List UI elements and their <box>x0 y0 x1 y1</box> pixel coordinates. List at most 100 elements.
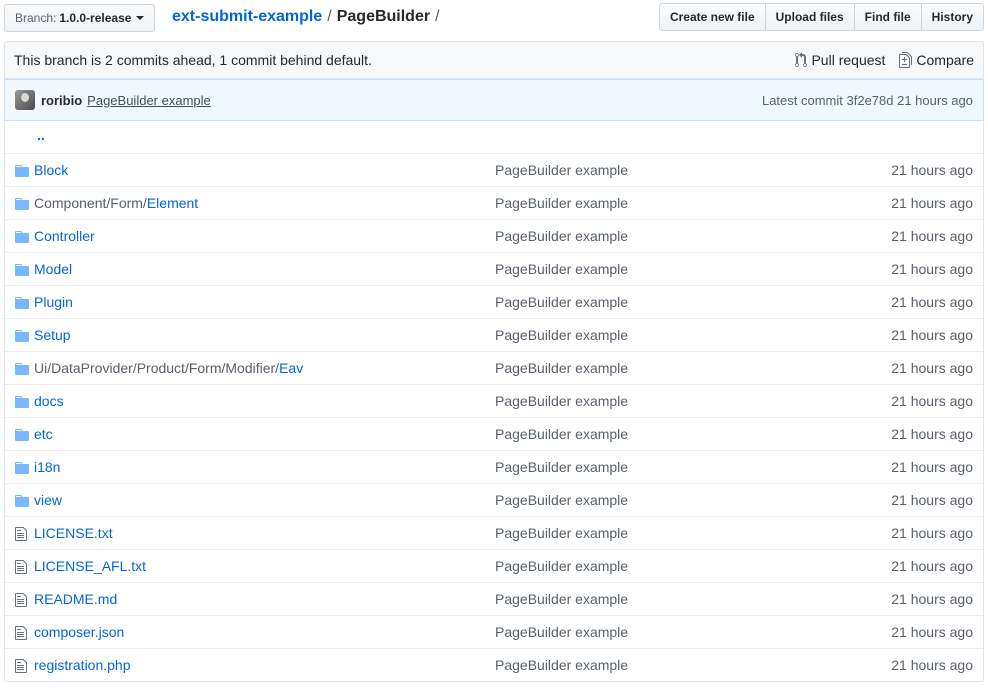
folder-icon <box>15 196 31 212</box>
commit-age: 21 hours ago <box>891 558 973 574</box>
breadcrumb-separator: / <box>327 8 332 25</box>
folder-icon <box>15 460 31 476</box>
upload-files-button[interactable]: Upload files <box>764 3 855 31</box>
commit-message-link[interactable]: PageBuilder example <box>495 459 628 475</box>
commit-message-link[interactable]: PageBuilder example <box>87 93 762 108</box>
file-name-link[interactable]: docs <box>34 393 64 409</box>
parent-directory-row[interactable]: .. <box>5 121 983 153</box>
file-name-link[interactable]: Block <box>34 162 68 178</box>
file-name-link[interactable]: registration.php <box>34 657 131 673</box>
file-icon <box>15 559 31 575</box>
folder-icon <box>15 394 31 410</box>
folder-icon <box>15 229 31 245</box>
git-pull-request-icon <box>795 52 808 68</box>
commit-message-link[interactable]: PageBuilder example <box>495 624 628 640</box>
file-name: i18n <box>34 459 60 475</box>
file-row[interactable]: Controller PageBuilder example 21 hours ag… <box>5 219 983 252</box>
compare-link[interactable]: Compare <box>899 52 974 68</box>
file-name: Component/Form/Element <box>34 195 198 211</box>
file-name: Controller <box>34 228 95 244</box>
file-row[interactable]: Model PageBuilder example 21 hours ago <box>5 252 983 285</box>
file-name: Model <box>34 261 72 277</box>
file-name-link[interactable]: LICENSE_AFL.txt <box>34 558 146 574</box>
file-name-link[interactable]: Element <box>147 195 198 211</box>
file-name: etc <box>34 426 53 442</box>
diff-icon <box>899 52 913 68</box>
file-name-link[interactable]: etc <box>34 426 53 442</box>
file-name: docs <box>34 393 64 409</box>
find-file-button[interactable]: Find file <box>853 3 922 31</box>
history-button[interactable]: History <box>920 3 984 31</box>
file-row[interactable]: i18n PageBuilder example 21 hours ago <box>5 450 983 483</box>
commit-age: 21 hours ago <box>891 228 973 244</box>
commit-author-link[interactable]: roribio <box>41 93 82 108</box>
commit-message-link[interactable]: PageBuilder example <box>495 360 628 376</box>
file-name: LICENSE_AFL.txt <box>34 558 146 574</box>
file-path-prefix: Component/Form/ <box>34 195 147 211</box>
file-name-link[interactable]: README.md <box>34 591 117 607</box>
file-name-link[interactable]: composer.json <box>34 624 124 640</box>
file-name-link[interactable]: Model <box>34 261 72 277</box>
commit-message-link[interactable]: PageBuilder example <box>495 327 628 343</box>
branch-compare-bar: This branch is 2 commits ahead, 1 commit… <box>4 41 984 79</box>
commit-message-link[interactable]: PageBuilder example <box>495 426 628 442</box>
file-row[interactable]: README.md PageBuilder example 21 hours ago <box>5 582 983 615</box>
file-row[interactable]: LICENSE.txt PageBuilder example 21 hours a… <box>5 516 983 549</box>
commit-age: 21 hours ago <box>891 657 973 673</box>
commit-message-link[interactable]: PageBuilder example <box>495 393 628 409</box>
branch-select-button[interactable]: Branch: 1.0.0-release <box>4 4 156 32</box>
commit-message-link[interactable]: PageBuilder example <box>495 195 628 211</box>
branch-name: 1.0.0-release <box>59 11 132 25</box>
file-row[interactable]: Component/Form/Element PageBuilder exampl… <box>5 186 983 219</box>
commit-age: 21 hours ago <box>891 360 973 376</box>
pull-request-link[interactable]: Pull request <box>795 52 885 68</box>
file-row[interactable]: Setup PageBuilder example 21 hours ago <box>5 318 983 351</box>
file-name-link[interactable]: Controller <box>34 228 95 244</box>
commit-age: 21 hours ago <box>891 195 973 211</box>
file-name: Setup <box>34 327 71 343</box>
commit-message-link[interactable]: PageBuilder example <box>495 657 628 673</box>
file-row[interactable]: docs PageBuilder example 21 hours ago <box>5 384 983 417</box>
commit-age: 21 hours ago <box>891 327 973 343</box>
create-new-file-button[interactable]: Create new file <box>658 3 766 31</box>
file-name-link[interactable]: Setup <box>34 327 71 343</box>
commit-age: 21 hours ago <box>891 294 973 310</box>
avatar[interactable] <box>15 90 35 110</box>
parent-directory-link[interactable]: .. <box>37 127 45 143</box>
file-row[interactable]: etc PageBuilder example 21 hours ago <box>5 417 983 450</box>
file-row[interactable]: registration.php PageBuilder example 21 ho… <box>5 648 983 681</box>
file-name-link[interactable]: LICENSE.txt <box>34 525 113 541</box>
file-name-link[interactable]: Plugin <box>34 294 73 310</box>
commit-age: 21 hours ago <box>891 525 973 541</box>
file-row[interactable]: LICENSE_AFL.txt PageBuilder example 21 hou… <box>5 549 983 582</box>
file-row[interactable]: view PageBuilder example 21 hours ago <box>5 483 983 516</box>
file-row[interactable]: Block PageBuilder example 21 hours ago <box>5 153 983 186</box>
commit-message-link[interactable]: PageBuilder example <box>495 228 628 244</box>
file-name: composer.json <box>34 624 124 640</box>
file-row[interactable]: composer.json PageBuilder example 21 hours… <box>5 615 983 648</box>
file-row[interactable]: Plugin PageBuilder example 21 hours ago <box>5 285 983 318</box>
file-name: view <box>34 492 62 508</box>
commit-message-link[interactable]: PageBuilder example <box>495 294 628 310</box>
commit-age: 21 hours ago <box>891 624 973 640</box>
commit-message-link[interactable]: PageBuilder example <box>495 525 628 541</box>
commit-message-link[interactable]: PageBuilder example <box>495 261 628 277</box>
commit-age: 21 hours ago <box>891 459 973 475</box>
file-icon <box>15 526 31 542</box>
commit-message-link[interactable]: PageBuilder example <box>495 558 628 574</box>
file-name-link[interactable]: i18n <box>34 459 60 475</box>
latest-commit-info[interactable]: Latest commit 3f2e78d 21 hours ago <box>762 93 973 108</box>
commit-message-link[interactable]: PageBuilder example <box>495 162 628 178</box>
file-actions-group: Create new file Upload files Find file H… <box>658 3 984 31</box>
file-path-prefix: Ui/DataProvider/Product/Form/Modifier/ <box>34 360 280 376</box>
branch-prefix: Branch: <box>15 11 57 25</box>
breadcrumb-repo-link[interactable]: ext-submit-example <box>172 6 322 28</box>
file-name: LICENSE.txt <box>34 525 113 541</box>
file-row[interactable]: Ui/DataProvider/Product/Form/Modifier/Ea… <box>5 351 983 384</box>
branch-status-message: This branch is 2 commits ahead, 1 commit… <box>14 52 372 68</box>
commit-message-link[interactable]: PageBuilder example <box>495 492 628 508</box>
file-name-link[interactable]: Eav <box>279 360 303 376</box>
folder-icon <box>15 328 31 344</box>
commit-message-link[interactable]: PageBuilder example <box>495 591 628 607</box>
file-name-link[interactable]: view <box>34 492 62 508</box>
